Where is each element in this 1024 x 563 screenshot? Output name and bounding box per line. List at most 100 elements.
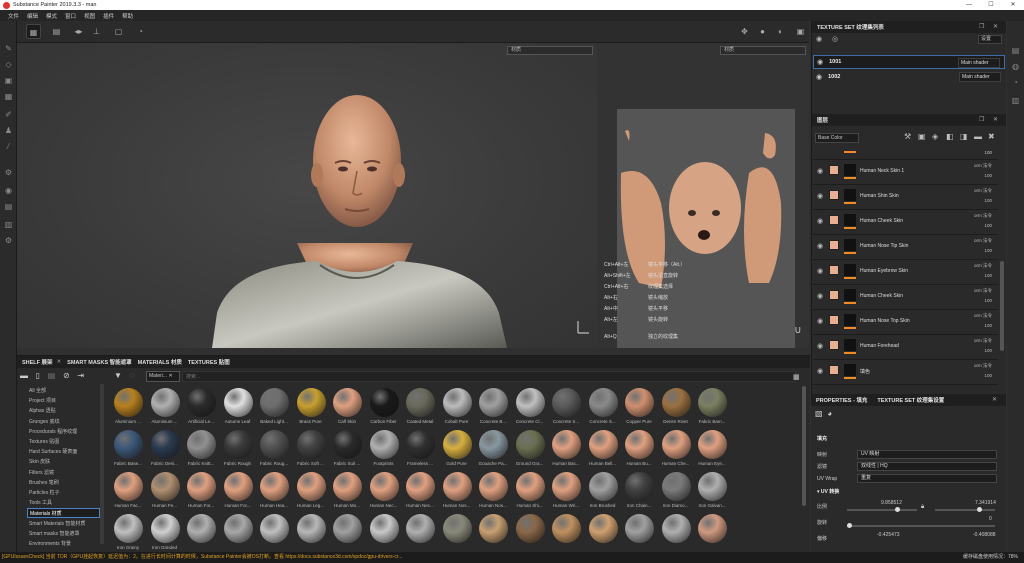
material-thumbnail[interactable]	[661, 472, 691, 501]
tab-materials[interactable]: MATERIALS 材质	[138, 358, 182, 366]
material-thumbnail[interactable]	[442, 472, 472, 501]
material-thumbnail[interactable]	[442, 430, 472, 459]
layer-name[interactable]: Human Forehead	[860, 343, 899, 349]
material-thumbnail[interactable]	[333, 388, 362, 417]
material-thumbnail[interactable]	[406, 472, 435, 501]
projection-icon[interactable]: ▣	[3, 75, 14, 86]
material-thumbnail[interactable]	[625, 514, 654, 543]
layer-name[interactable]: Human Shin Skin	[860, 193, 899, 199]
layer-blend-mode[interactable]: orm 法令	[974, 213, 992, 219]
category-scrollbar[interactable]	[100, 384, 104, 544]
close-tab-icon[interactable]: ✕	[57, 359, 62, 365]
eraser-icon[interactable]: ◇	[3, 59, 14, 70]
display-settings-icon[interactable]: ◍	[1010, 61, 1021, 72]
paint-brush-icon[interactable]: ✎	[3, 43, 14, 54]
close-panel-icon[interactable]: ✕	[992, 394, 997, 406]
export-icon[interactable]: ▥	[3, 219, 14, 230]
material-thumbnail[interactable]	[406, 514, 435, 543]
float-icon[interactable]: ❐	[979, 21, 984, 33]
material-thumbnail[interactable]	[406, 388, 435, 417]
shelf-category-item[interactable]: Grunges 底纹	[27, 417, 100, 427]
layer-name[interactable]: Human Nose Top Skin	[860, 318, 910, 324]
material-thumbnail[interactable]	[150, 472, 180, 501]
color-picker-icon[interactable]: ⁄	[3, 141, 14, 152]
tab-texture-set-settings[interactable]: TEXTURE SET 纹理集设置	[877, 396, 944, 404]
layer-opacity[interactable]: 100	[984, 198, 992, 203]
material-thumbnail[interactable]	[661, 388, 691, 417]
menu-help[interactable]: 帮助	[122, 12, 133, 20]
refresh-icon[interactable]: ◌	[130, 371, 135, 380]
shader-dropdown[interactable]: Main shader	[958, 58, 1000, 68]
shelf-category-item[interactable]: Brushes 笔刷	[27, 478, 100, 488]
material-thumbnail[interactable]	[552, 388, 581, 417]
layer-blend-mode[interactable]: orm 法令	[974, 163, 992, 169]
visibility-eye-icon[interactable]: ◉	[817, 342, 823, 350]
material-thumbnail[interactable]	[479, 430, 508, 459]
grid-view-icon[interactable]: ▦	[26, 24, 41, 39]
uv-transform-section[interactable]: ▾ UV 转换	[817, 487, 997, 497]
save-icon[interactable]: ▤	[48, 371, 56, 380]
material-thumbnail[interactable]	[114, 472, 143, 501]
layer-opacity[interactable]: 100	[984, 173, 992, 178]
menu-view[interactable]: 视图	[84, 12, 95, 20]
hide-icon[interactable]: ⊘	[63, 371, 70, 380]
material-thumbnail[interactable]	[661, 514, 691, 543]
polygon-fill-icon[interactable]: ▦	[3, 91, 14, 102]
shelf-category-item[interactable]: Smart Materials 智能材质	[27, 519, 100, 529]
material-thumbnail[interactable]	[150, 514, 180, 543]
visibility-eye-icon[interactable]: ◉	[817, 58, 823, 66]
material-thumbnail[interactable]	[114, 388, 143, 417]
material-thumbnail[interactable]	[369, 430, 399, 459]
bake-icon[interactable]: ◉	[3, 185, 14, 196]
visibility-eye-icon[interactable]: ◉	[816, 73, 822, 81]
material-thumbnail[interactable]	[625, 472, 654, 501]
material-thumbnail[interactable]	[187, 472, 216, 501]
shelf-category-item[interactable]: Materials 材质	[27, 508, 100, 519]
material-thumbnail[interactable]	[296, 430, 326, 459]
history-icon[interactable]: ◔	[133, 24, 148, 39]
3d-viewport[interactable]: 材质	[17, 43, 598, 348]
material-thumbnail[interactable]	[406, 430, 435, 459]
shelf-category-item[interactable]: Environments 背景	[27, 539, 100, 549]
material-thumbnail[interactable]	[150, 388, 180, 417]
layer-row[interactable]: ◉ Human Nose Tip Skin orm 法令 100	[813, 235, 998, 260]
material-thumbnail[interactable]	[698, 514, 727, 543]
shelf-category-item[interactable]: Skin 皮肤	[27, 457, 100, 467]
layer-scrollbar[interactable]	[1000, 261, 1004, 351]
layer-mask-thumbnail[interactable]	[844, 214, 856, 226]
material-thumbnail[interactable]	[187, 514, 216, 543]
plugin-icon[interactable]: ⚙	[3, 235, 14, 246]
camera-frame-icon[interactable]: ▢	[111, 24, 126, 39]
tab-shelf[interactable]: SHELF 展架	[22, 358, 53, 366]
tab-properties[interactable]: PROPERTIES - 填充	[816, 396, 867, 404]
material-thumbnail[interactable]	[260, 514, 289, 543]
material-thumbnail[interactable]	[223, 388, 253, 417]
layer-mask-thumbnail[interactable]	[844, 189, 856, 201]
material-thumbnail[interactable]	[442, 514, 472, 543]
python-icon[interactable]: ▤	[3, 201, 14, 212]
rotation-slider[interactable]	[847, 523, 995, 528]
material-thumbnail[interactable]	[479, 514, 508, 543]
visibility-eye-icon[interactable]: ◉	[817, 242, 823, 250]
visibility-eye-icon[interactable]: ◉	[817, 192, 823, 200]
visibility-eye-icon[interactable]: ◉	[817, 167, 823, 175]
material-thumbnail[interactable]	[698, 472, 727, 501]
material-thumbnail[interactable]	[588, 472, 618, 501]
filter-chip[interactable]: Materi... ✕	[146, 371, 180, 382]
material-thumbnail[interactable]	[187, 388, 216, 417]
material-thumbnail[interactable]	[698, 430, 727, 459]
material-thumbnail[interactable]	[515, 514, 545, 543]
visibility-eye-icon[interactable]: ◉	[817, 267, 823, 275]
layer-row[interactable]: ◉ Human Neck Skin 1 orm 法令 100	[813, 160, 998, 185]
shelf-category-item[interactable]: Procedurals 程序纹理	[27, 427, 100, 437]
texture-set-list-icon[interactable]: ▤	[1010, 45, 1021, 56]
tab-textures[interactable]: TEXTURES 贴图	[188, 358, 230, 366]
material-thumbnail[interactable]	[369, 472, 399, 501]
shelf-category-item[interactable]: All 全部	[27, 386, 100, 396]
close-panel-icon[interactable]: ✕	[993, 114, 998, 126]
layer-blend-mode[interactable]: orm 法令	[974, 263, 992, 269]
grid-size-icon[interactable]: ▦	[793, 373, 800, 381]
layer-opacity[interactable]: 100	[984, 273, 992, 278]
layer-row[interactable]: ◉ Human Nose Top Skin orm 法令 100	[813, 310, 998, 335]
minimize-button[interactable]: —	[958, 0, 980, 10]
